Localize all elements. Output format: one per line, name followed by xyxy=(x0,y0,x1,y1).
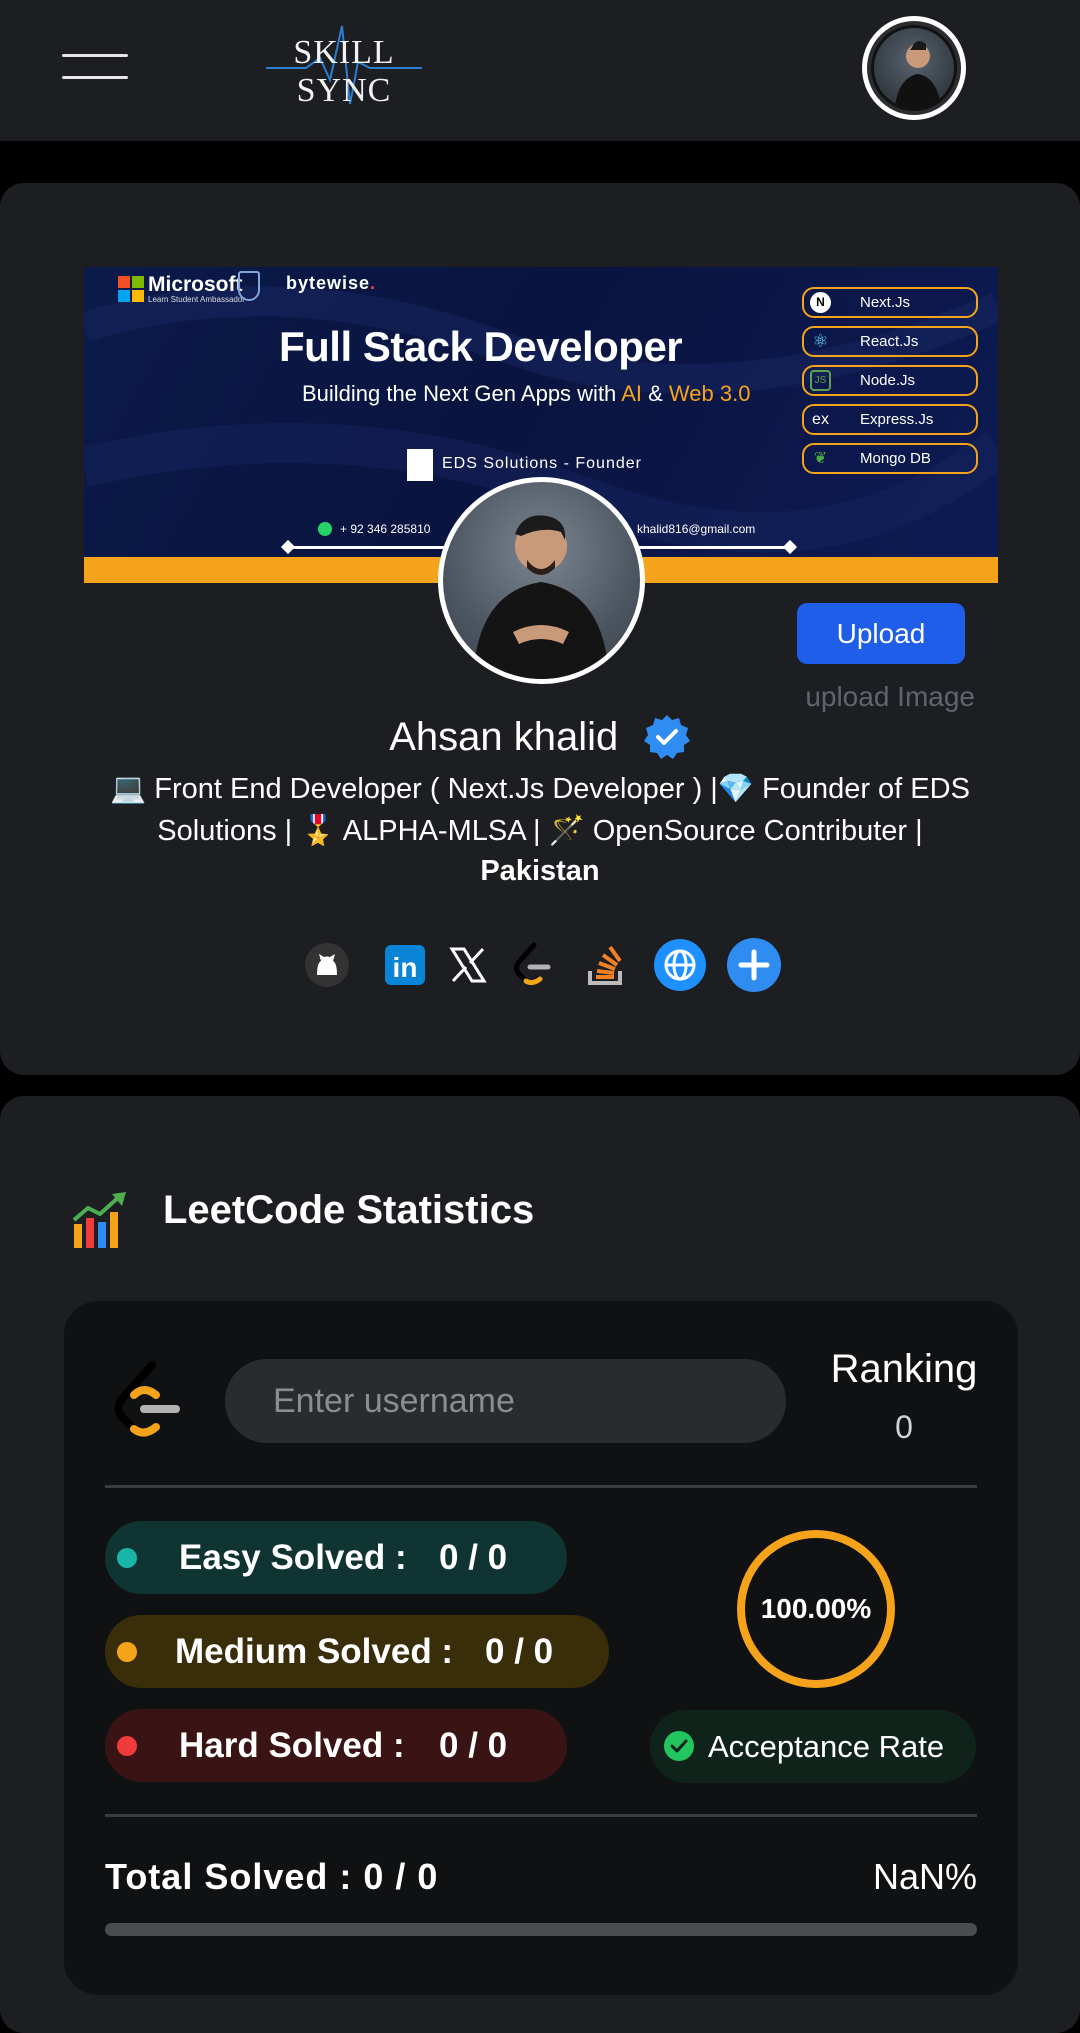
leetcode-panel: Ranking 0 Easy Solved : 0 / 0 Medium Sol… xyxy=(64,1301,1018,1995)
add-link-icon[interactable] xyxy=(727,938,781,992)
react-icon: ⚛ xyxy=(812,331,829,351)
upload-image-hint: upload Image xyxy=(805,681,975,712)
banner-subtitle: Building the Next Gen Apps with AI & Web… xyxy=(302,381,751,406)
express-icon: ex xyxy=(812,411,829,428)
tech-pill-nextjs: N Next.Js xyxy=(802,287,978,318)
leetcode-logo-icon xyxy=(114,1361,180,1437)
easy-solved-pill: Easy Solved : 0 / 0 xyxy=(105,1521,567,1594)
eds-logo-icon xyxy=(407,449,433,481)
ranking-label: Ranking xyxy=(830,1347,978,1391)
acceptance-ring: 100.00% xyxy=(734,1527,898,1691)
bar-chart-trend-icon xyxy=(72,1192,126,1248)
nextjs-icon: N xyxy=(810,292,831,313)
whatsapp-icon xyxy=(318,522,332,536)
hard-solved-pill: Hard Solved : 0 / 0 xyxy=(105,1709,567,1782)
tech-label: Mongo DB xyxy=(860,450,931,467)
profile-card: Microsoft Learn Student Ambassador bytew… xyxy=(0,183,1080,1075)
x-icon[interactable] xyxy=(444,941,492,989)
hard-label: Hard Solved : xyxy=(179,1726,405,1765)
profile-bio: 💻 Front End Developer ( Next.Js Develope… xyxy=(110,773,970,847)
easy-label: Easy Solved : xyxy=(179,1538,407,1577)
medium-label: Medium Solved : xyxy=(175,1632,454,1671)
stats-divider xyxy=(105,1814,977,1817)
hamburger-icon[interactable] xyxy=(62,52,128,82)
mlsa-shield-icon xyxy=(238,271,260,301)
tech-pill-expressjs: ex Express.Js xyxy=(802,404,978,435)
top-nav-bar: SKILL SYNC xyxy=(0,0,1080,141)
hard-dot xyxy=(117,1736,137,1756)
medium-dot xyxy=(117,1642,137,1662)
tech-label: Express.Js xyxy=(860,411,934,428)
total-solved-label: Total Solved : 0 / 0 xyxy=(105,1856,439,1897)
microsoft-text: Microsoft xyxy=(148,273,243,296)
banner-email: khalid816@gmail.com xyxy=(637,522,756,536)
tech-pill-mongodb: ❦ Mongo DB xyxy=(802,443,978,474)
banner-phone: + 92 346 285810 xyxy=(340,522,431,536)
easy-value: 0 / 0 xyxy=(439,1538,508,1577)
tech-pill-reactjs: ⚛ React.Js xyxy=(802,326,978,357)
profile-photo[interactable] xyxy=(438,477,645,684)
upload-button[interactable]: Upload xyxy=(797,603,965,664)
hard-value: 0 / 0 xyxy=(439,1726,508,1765)
easy-dot xyxy=(117,1548,137,1568)
mlsa-text: Learn Student Ambassador xyxy=(148,295,245,304)
skill-sync-logo[interactable]: SKILL SYNC xyxy=(246,22,442,109)
stats-divider xyxy=(105,1485,977,1488)
microsoft-logo-icon xyxy=(118,276,144,302)
leetcode-icon[interactable] xyxy=(508,941,556,989)
profile-country: Pakistan xyxy=(480,855,600,887)
linkedin-icon[interactable]: in xyxy=(381,941,429,989)
logo-text: SKILL SYNC xyxy=(293,34,395,109)
stackoverflow-icon[interactable] xyxy=(582,941,630,989)
total-progress-bar xyxy=(105,1923,977,1936)
bytewise-text: bytewise. xyxy=(286,273,377,293)
svg-text:in: in xyxy=(393,952,418,983)
profile-name-row: Ahsan khalid xyxy=(0,713,1080,761)
header-avatar[interactable] xyxy=(862,16,966,120)
website-icon[interactable] xyxy=(654,939,706,991)
eds-text: EDS Solutions - Founder xyxy=(442,455,642,472)
medium-solved-pill: Medium Solved : 0 / 0 xyxy=(105,1615,609,1688)
acceptance-rate-pill: Acceptance Rate xyxy=(650,1710,976,1783)
mongodb-icon: ❦ xyxy=(813,450,828,467)
profile-name: Ahsan khalid xyxy=(389,714,619,759)
stats-title: LeetCode Statistics xyxy=(163,1188,535,1232)
check-circle-icon xyxy=(664,1731,694,1761)
acceptance-percent: 100.00% xyxy=(760,1593,872,1624)
nodejs-icon: JS xyxy=(810,370,831,391)
acceptance-label: Acceptance Rate xyxy=(708,1729,945,1764)
tech-label: React.Js xyxy=(860,333,919,350)
tech-label: Node.Js xyxy=(860,372,916,389)
medium-value: 0 / 0 xyxy=(485,1632,554,1671)
tech-label: Next.Js xyxy=(860,294,911,311)
leetcode-stats-card: LeetCode Statistics Ranking 0 Easy Solve… xyxy=(0,1096,1080,2033)
tech-pill-nodejs: JS Node.Js xyxy=(802,365,978,396)
ranking-value: 0 xyxy=(895,1409,913,1445)
github-icon[interactable] xyxy=(303,941,351,989)
username-input[interactable] xyxy=(225,1359,786,1443)
verified-badge-icon xyxy=(643,715,690,759)
banner-title: Full Stack Developer xyxy=(279,323,683,370)
total-solved-percent: NaN% xyxy=(872,1856,977,1897)
